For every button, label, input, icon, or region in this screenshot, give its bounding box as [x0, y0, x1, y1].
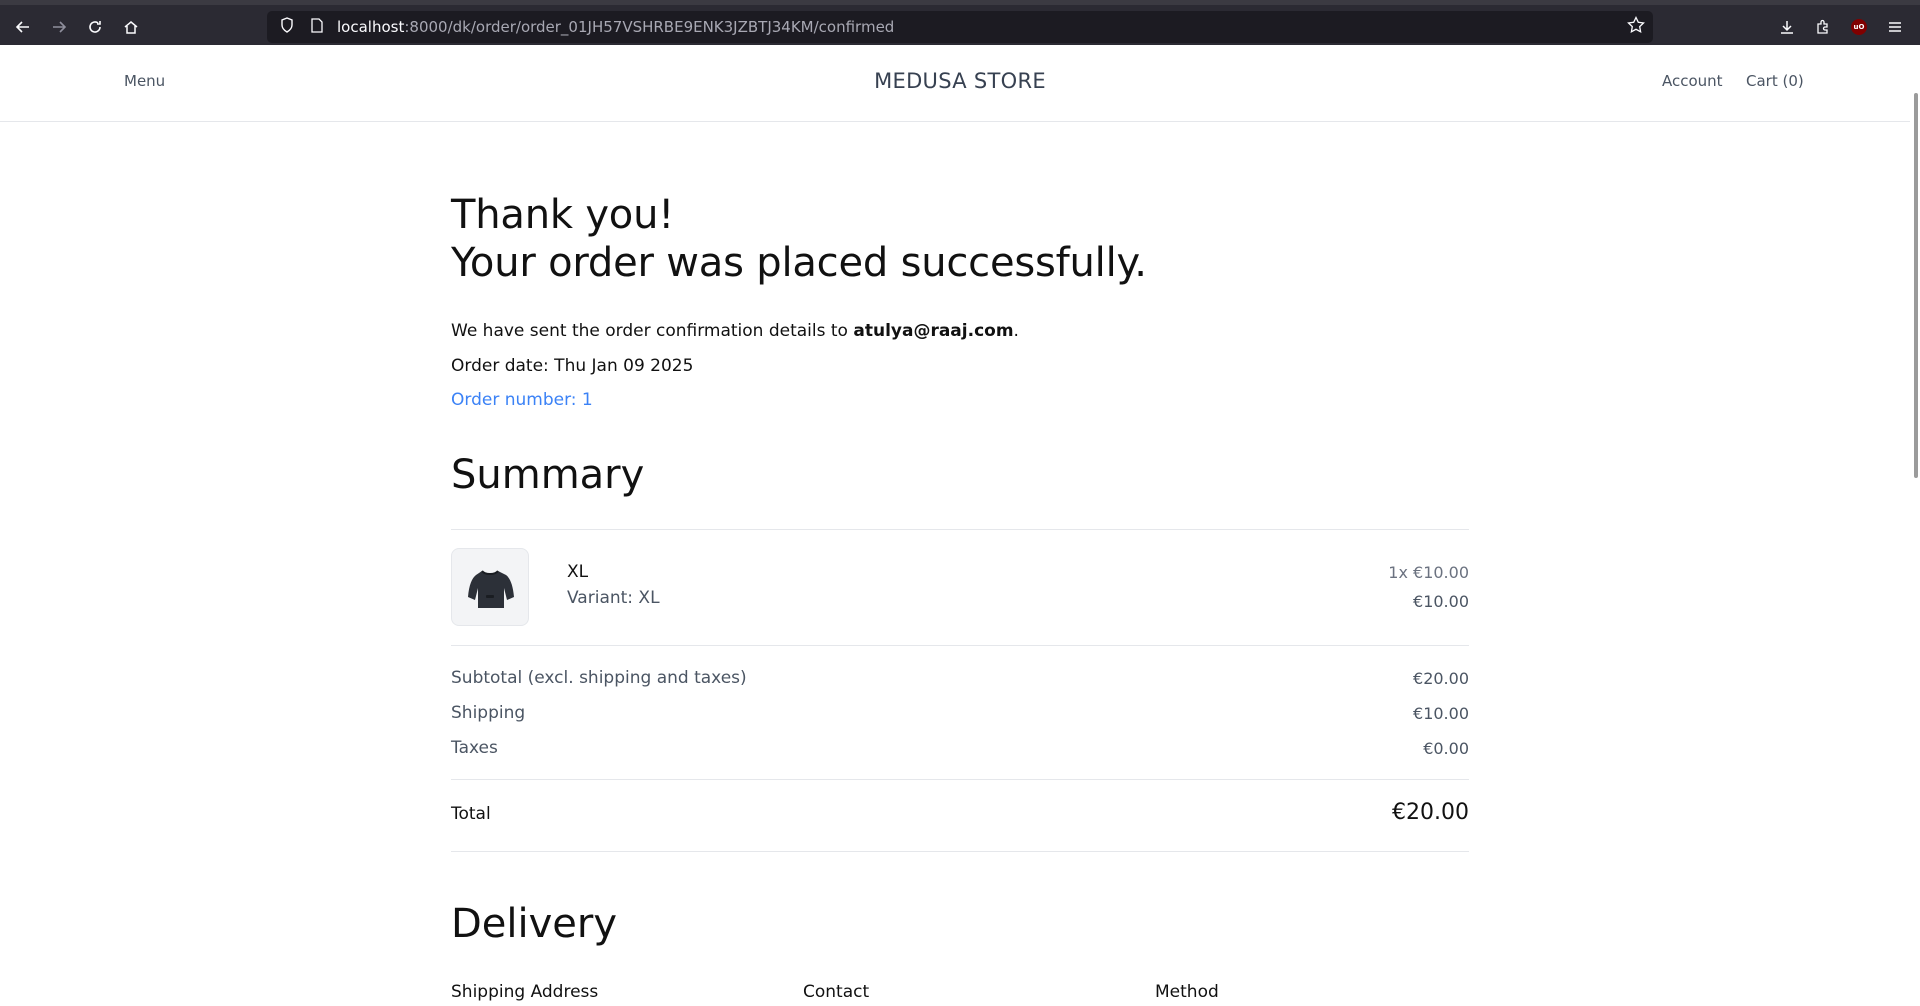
account-link[interactable]: Account	[1662, 72, 1723, 90]
sent-prefix: We have sent the order confirmation deta…	[451, 321, 854, 341]
item-title: XL	[567, 562, 589, 582]
total-label: Total	[451, 804, 491, 824]
shipping-value: €10.00	[1413, 704, 1469, 723]
total-value: €20.00	[1392, 800, 1469, 825]
shield-icon[interactable]	[277, 17, 297, 37]
thank-you-heading: Thank you!	[451, 192, 675, 238]
store-title[interactable]: MEDUSA STORE	[0, 69, 1920, 93]
divider	[451, 779, 1469, 780]
sent-suffix: .	[1013, 321, 1019, 341]
shipping-address-heading: Shipping Address	[451, 982, 599, 1002]
divider	[451, 529, 1469, 530]
order-number: Order number: 1	[451, 390, 593, 410]
divider	[451, 645, 1469, 646]
bookmark-star-icon[interactable]	[1627, 15, 1645, 39]
shipping-label: Shipping	[451, 703, 526, 723]
taxes-value: €0.00	[1423, 739, 1469, 758]
item-quantity: 1x	[1388, 563, 1408, 582]
confirmation-sent-text: We have sent the order confirmation deta…	[451, 321, 1019, 341]
subtotal-label: Subtotal (excl. shipping and taxes)	[451, 668, 747, 688]
product-thumbnail	[451, 548, 529, 626]
order-placed-heading: Your order was placed successfully.	[451, 240, 1147, 286]
method-heading: Method	[1155, 982, 1219, 1002]
ublock-icon[interactable]: uO	[1844, 12, 1874, 42]
order-date: Order date: Thu Jan 09 2025	[451, 356, 694, 376]
url-bar[interactable]: localhost:8000/dk/order/order_01JH57VSHR…	[267, 11, 1653, 43]
extensions-icon[interactable]	[1808, 12, 1838, 42]
summary-heading: Summary	[451, 452, 645, 498]
customer-email: atulya@raaj.com	[853, 321, 1014, 341]
store-header: Menu MEDUSA STORE Account Cart (0)	[0, 45, 1920, 122]
divider	[451, 851, 1469, 852]
url-path: :8000/dk/order/order_01JH57VSHRBE9ENK3JZ…	[404, 18, 895, 36]
item-variant: Variant: XL	[567, 588, 660, 608]
page-scrollbar[interactable]	[1910, 45, 1920, 1006]
item-quantity-price: 1x €10.00	[1388, 563, 1469, 582]
url-host: localhost	[337, 18, 405, 36]
reload-icon[interactable]	[80, 12, 110, 42]
hamburger-menu-icon[interactable]	[1880, 12, 1910, 42]
browser-toolbar: localhost:8000/dk/order/order_01JH57VSHR…	[0, 0, 1920, 45]
item-total: €10.00	[1413, 592, 1469, 611]
scrollbar-thumb[interactable]	[1914, 93, 1918, 478]
contact-heading: Contact	[803, 982, 870, 1002]
taxes-label: Taxes	[451, 738, 498, 758]
item-unit-price: €10.00	[1413, 563, 1469, 582]
sweatshirt-icon	[468, 570, 514, 608]
download-icon[interactable]	[1772, 12, 1802, 42]
home-icon[interactable]	[116, 12, 146, 42]
page-icon[interactable]	[307, 17, 327, 37]
url-text[interactable]: localhost:8000/dk/order/order_01JH57VSHR…	[337, 18, 894, 36]
subtotal-value: €20.00	[1413, 669, 1469, 688]
back-icon[interactable]	[8, 12, 38, 42]
forward-icon[interactable]	[44, 12, 74, 42]
cart-link[interactable]: Cart (0)	[1746, 72, 1804, 90]
delivery-heading: Delivery	[451, 901, 618, 947]
ublock-badge: uO	[1851, 19, 1867, 35]
